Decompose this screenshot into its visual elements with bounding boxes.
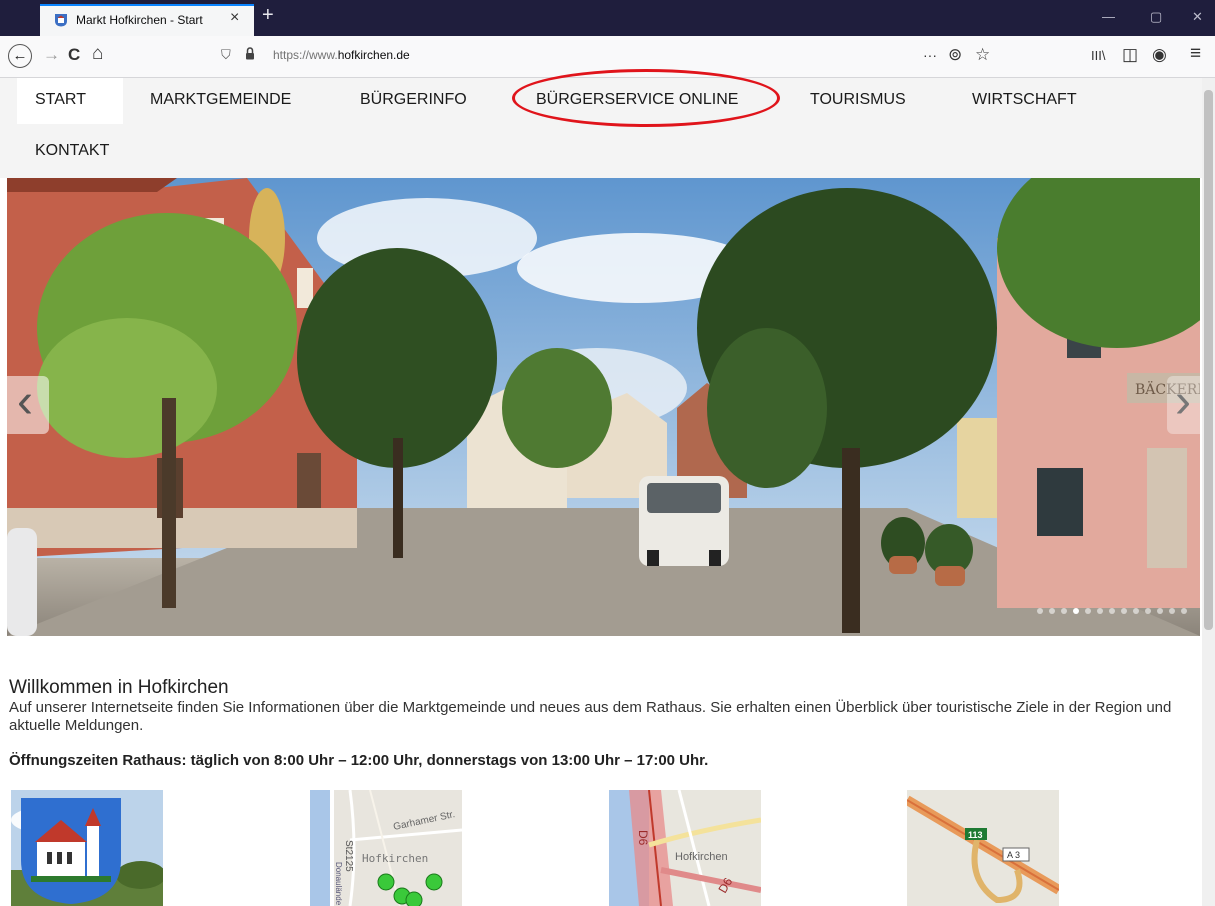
- hero-image: BÄCKEREI: [7, 178, 1200, 636]
- motorway-label: A 3: [1007, 850, 1020, 860]
- slider-dot[interactable]: [1121, 608, 1127, 614]
- minimize-icon[interactable]: —: [1102, 9, 1115, 24]
- slider-dot[interactable]: [1181, 608, 1187, 614]
- exit-number: 113: [968, 830, 983, 840]
- window-close-icon[interactable]: ✕: [1192, 9, 1203, 25]
- menu-icon[interactable]: ≡: [1190, 43, 1201, 65]
- browser-tabstrip: Markt Hofkirchen - Start × + — ▢ ✕: [0, 0, 1215, 36]
- map-town-image: St2125 Garhamer Str. Donaulände Hofkirch…: [310, 790, 462, 906]
- page-actions-icon[interactable]: ···: [923, 47, 937, 63]
- slider-dot[interactable]: [1145, 608, 1151, 614]
- slider-next-button[interactable]: ›: [1167, 376, 1200, 434]
- map-town-label-2: Hofkirchen: [675, 851, 728, 863]
- slider-dots: [1037, 608, 1197, 616]
- new-tab-icon[interactable]: +: [262, 4, 274, 27]
- home-icon[interactable]: ⌂: [92, 43, 103, 65]
- browser-tab[interactable]: Markt Hofkirchen - Start ×: [40, 4, 254, 36]
- map-town-label: Hofkirchen: [362, 852, 428, 865]
- welcome-heading: Willkommen in Hofkirchen: [9, 677, 229, 698]
- opening-hours: Öffnungszeiten Rathaus: täglich von 8:00…: [9, 752, 709, 769]
- maximize-icon[interactable]: ▢: [1150, 9, 1162, 25]
- bookmark-star-icon[interactable]: ☆: [975, 45, 990, 65]
- slider-dot[interactable]: [1061, 608, 1067, 614]
- map-road-label: St2125: [343, 840, 354, 872]
- welcome-text: Auf unserer Internetseite finden Sie Inf…: [9, 699, 1172, 734]
- slider-dot[interactable]: [1073, 608, 1079, 614]
- thumbnail-map-road[interactable]: D6 D6 Hofkirchen: [609, 790, 761, 906]
- map-river-label: Donaulände: [334, 862, 343, 906]
- slider-dot[interactable]: [1133, 608, 1139, 614]
- thumbnail-map-motorway[interactable]: 113 A 3: [907, 790, 1059, 906]
- tab-title: Markt Hofkirchen - Start: [76, 13, 203, 27]
- slider-dot[interactable]: [1097, 608, 1103, 614]
- url-text: https://www.hofkirchen.de: [273, 48, 410, 62]
- forward-icon[interactable]: →: [43, 45, 60, 65]
- nav-item-marktgemeinde[interactable]: MARKTGEMEINDE: [150, 91, 291, 109]
- scrollbar-thumb[interactable]: [1204, 90, 1213, 630]
- url-domain: hofkirchen.de: [337, 48, 410, 62]
- slider-dot[interactable]: [1085, 608, 1091, 614]
- nav-item-wirtschaft[interactable]: WIRTSCHAFT: [972, 91, 1077, 109]
- map-road-image: D6 D6 Hofkirchen: [609, 790, 761, 906]
- slider-dot[interactable]: [1169, 608, 1175, 614]
- map-motorway-image: 113 A 3: [907, 790, 1059, 906]
- page-scrollbar[interactable]: [1202, 78, 1215, 906]
- back-icon[interactable]: ←: [8, 44, 32, 68]
- hero-slideshow: BÄCKEREI ‹ ›: [7, 178, 1200, 636]
- library-icon[interactable]: III\: [1091, 48, 1105, 63]
- crest-image: [11, 790, 163, 906]
- nav-item-kontakt[interactable]: KONTAKT: [35, 142, 109, 160]
- slider-dot[interactable]: [1157, 608, 1163, 614]
- chevron-right-icon: ›: [1175, 375, 1191, 428]
- nav-item-buergerinfo[interactable]: BÜRGERINFO: [360, 91, 467, 109]
- account-icon[interactable]: ◉: [1152, 45, 1167, 65]
- tracking-shield-icon[interactable]: ⛉: [221, 47, 231, 63]
- highlight-circle: [512, 69, 780, 127]
- chevron-left-icon: ‹: [17, 375, 33, 428]
- crest-icon: [55, 14, 67, 27]
- url-prefix: https://www.: [273, 48, 338, 62]
- nav-item-start[interactable]: START: [35, 91, 86, 109]
- reload-icon[interactable]: C: [68, 45, 80, 65]
- sidebar-icon[interactable]: ◫: [1122, 45, 1138, 65]
- slider-dot[interactable]: [1037, 608, 1043, 614]
- slider-dot[interactable]: [1109, 608, 1115, 614]
- thumbnail-crest[interactable]: [11, 790, 163, 906]
- tab-close-icon[interactable]: ×: [230, 9, 239, 27]
- map-road-label-1: D6: [636, 830, 650, 846]
- pocket-icon[interactable]: ⊚: [948, 45, 962, 65]
- slider-prev-button[interactable]: ‹: [7, 376, 49, 434]
- lock-icon[interactable]: [245, 47, 255, 60]
- url-bar[interactable]: ⛉ https://www.hofkirchen.de: [215, 41, 995, 71]
- slider-dot[interactable]: [1049, 608, 1055, 614]
- nav-item-tourismus[interactable]: TOURISMUS: [810, 91, 906, 109]
- thumbnail-map-town[interactable]: St2125 Garhamer Str. Donaulände Hofkirch…: [310, 790, 462, 906]
